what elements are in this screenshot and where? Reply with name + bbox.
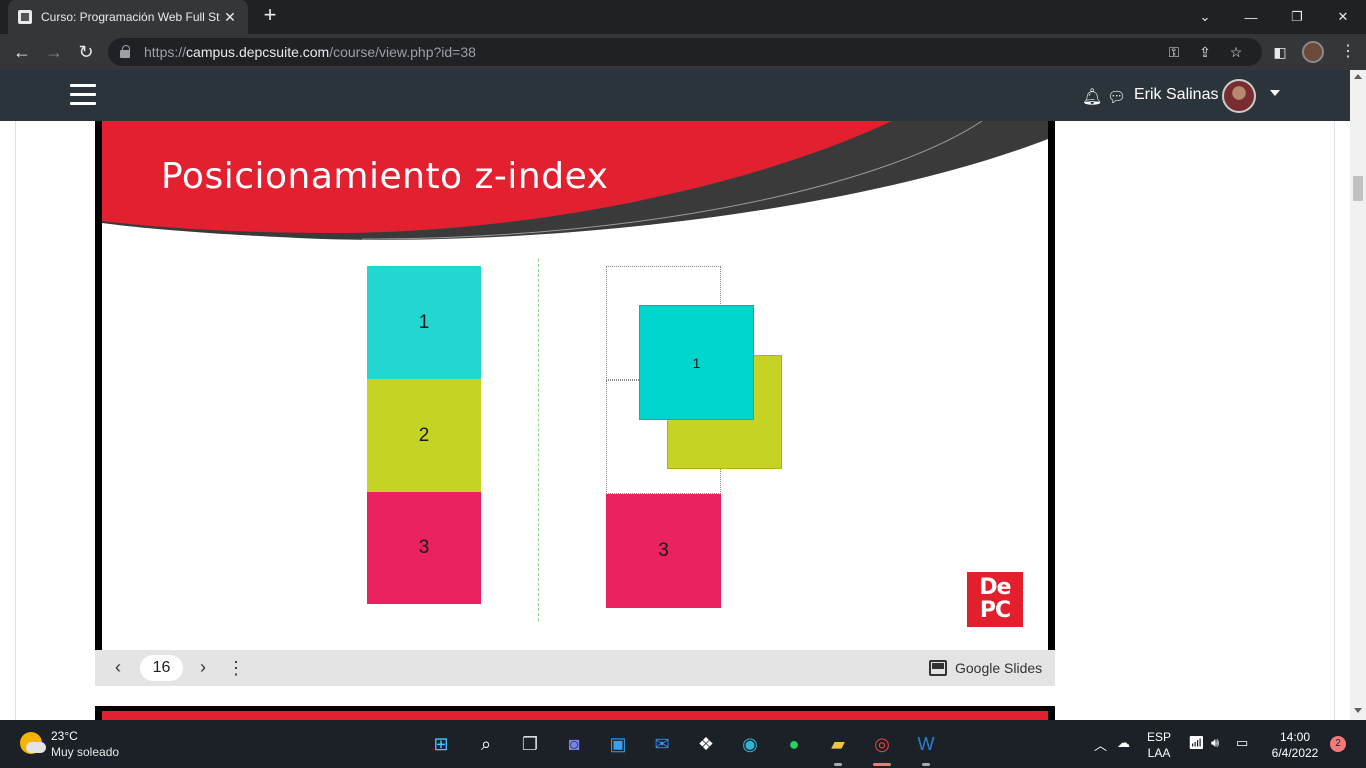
- browser-tab-active[interactable]: Curso: Programación Web Full St ✕: [8, 0, 248, 34]
- edge-browser-icon[interactable]: ◉: [734, 728, 766, 760]
- logo-line-2: PC: [979, 598, 1011, 623]
- language-code: ESP: [1146, 730, 1171, 744]
- weather-temperature[interactable]: 23°C: [51, 729, 78, 743]
- language-indicator[interactable]: ESP LAA: [1146, 730, 1172, 760]
- microsoft-store-icon[interactable]: ▣: [602, 728, 634, 760]
- running-indicator: [922, 763, 930, 766]
- left-box-3: 3: [367, 492, 481, 604]
- user-avatar[interactable]: [1222, 79, 1256, 113]
- mail-icon[interactable]: ✉: [646, 728, 678, 760]
- clock-date: 6/4/2022: [1271, 746, 1319, 760]
- notifications-bell-icon[interactable]: 🔔︎: [1082, 87, 1102, 107]
- clock-time: 14:00: [1279, 730, 1311, 744]
- content-divider: [1334, 121, 1335, 720]
- profile-avatar[interactable]: [1302, 41, 1324, 63]
- address-bar[interactable]: https://campus.depcsuite.com/course/view…: [108, 38, 1262, 66]
- slide-canvas[interactable]: Posicionamiento z-index 1 2 3 1 3 De PC: [102, 121, 1048, 651]
- course-page: Posicionamiento z-index 1 2 3 1 3 De PC …: [0, 121, 1350, 731]
- right-box-3: 3: [606, 494, 721, 608]
- wifi-icon[interactable]: 📶︎: [1188, 735, 1205, 751]
- minimize-button[interactable]: —: [1228, 0, 1274, 34]
- windows-taskbar: 23°C Muy soleado ⊞ ⌕ ❐ ◙ ▣ ✉ ❖ ◉ ● ▰ ◎ W…: [0, 720, 1366, 768]
- tab-title: Curso: Programación Web Full St: [41, 10, 220, 24]
- scrollbar-thumb[interactable]: [1353, 176, 1363, 201]
- side-panel-icon[interactable]: ◧: [1269, 41, 1291, 63]
- content-divider: [15, 121, 16, 720]
- active-app-indicator: [873, 763, 891, 766]
- google-slides-icon[interactable]: [929, 660, 947, 676]
- previous-slide-icon[interactable]: ‹: [108, 657, 128, 677]
- battery-icon[interactable]: ▭: [1236, 735, 1248, 751]
- new-tab-button[interactable]: +: [258, 4, 282, 28]
- site-navbar: 🔔︎ 💬︎ Erik Salinas: [0, 70, 1350, 121]
- divider-dashed-line: [538, 259, 539, 621]
- next-slide-icon[interactable]: ›: [193, 657, 213, 677]
- password-key-icon[interactable]: ⚿: [1165, 43, 1183, 61]
- browser-tab-strip: Curso: Programación Web Full St ✕ + ⌄ — …: [0, 0, 1366, 34]
- lock-icon[interactable]: [120, 45, 130, 58]
- left-box-1: 1: [367, 266, 481, 379]
- messages-chat-icon[interactable]: 💬︎: [1107, 88, 1126, 106]
- weather-sunny-icon[interactable]: [20, 732, 46, 754]
- word-icon[interactable]: W: [910, 728, 942, 760]
- bookmark-star-icon[interactable]: ☆: [1227, 43, 1245, 61]
- hamburger-menu-icon[interactable]: [70, 84, 96, 106]
- box-label: 3: [658, 540, 669, 561]
- tab-search-chevron-icon[interactable]: ⌄: [1182, 0, 1228, 34]
- scroll-up-arrow-icon[interactable]: [1354, 74, 1362, 79]
- browser-menu-icon[interactable]: ⋮: [1340, 41, 1356, 61]
- left-box-2: 2: [367, 379, 481, 492]
- running-indicator: [834, 763, 842, 766]
- forward-arrow-icon[interactable]: →: [43, 41, 65, 63]
- slide-page-number[interactable]: 16: [140, 655, 183, 681]
- reload-icon[interactable]: ↻: [75, 41, 97, 63]
- box-label: 1: [692, 354, 701, 371]
- search-icon[interactable]: ⌕: [470, 728, 502, 760]
- file-explorer-icon[interactable]: ▰: [822, 728, 854, 760]
- slide-title: Posicionamiento z-index: [161, 156, 609, 197]
- scroll-down-arrow-icon[interactable]: [1354, 708, 1362, 713]
- box-label: 3: [418, 537, 430, 558]
- keyboard-layout: LAA: [1147, 746, 1171, 760]
- slides-options-icon[interactable]: ⋮: [227, 657, 245, 679]
- show-hidden-icons-chevron-icon[interactable]: ︿: [1094, 735, 1107, 754]
- spotify-icon[interactable]: ●: [778, 728, 810, 760]
- dropbox-icon[interactable]: ❖: [690, 728, 722, 760]
- right-box-1-offset: 1: [639, 305, 754, 420]
- google-slides-link[interactable]: Google Slides: [955, 660, 1042, 676]
- volume-icon[interactable]: 🔊︎: [1211, 735, 1219, 751]
- box-label: 2: [418, 424, 430, 446]
- share-icon[interactable]: ⇪: [1196, 43, 1214, 61]
- user-menu-caret-icon[interactable]: [1270, 90, 1280, 96]
- box-label: 1: [418, 311, 430, 333]
- onedrive-cloud-icon[interactable]: ☁: [1117, 735, 1130, 751]
- tab-close-icon[interactable]: ✕: [222, 9, 238, 26]
- notification-count-badge[interactable]: 2: [1330, 736, 1346, 752]
- chrome-browser-icon[interactable]: ◎: [866, 728, 898, 760]
- weather-description[interactable]: Muy soleado: [51, 745, 119, 759]
- restore-button[interactable]: ❐: [1274, 0, 1320, 34]
- page-scrollbar[interactable]: [1350, 70, 1366, 720]
- moodle-favicon-icon: [18, 10, 32, 24]
- task-view-icon[interactable]: ❐: [514, 728, 546, 760]
- slides-toolbar: ‹ 16 › ⋮ Google Slides: [95, 650, 1055, 686]
- logo-line-1: De: [979, 575, 1011, 600]
- close-window-button[interactable]: ✕: [1320, 0, 1366, 34]
- windows-start-icon[interactable]: ⊞: [425, 728, 457, 760]
- teams-chat-icon[interactable]: ◙: [558, 728, 590, 760]
- browser-toolbar: ← → ↻ https://campus.depcsuite.com/cours…: [0, 34, 1366, 70]
- depc-logo: De PC: [967, 572, 1023, 627]
- url-text: https://campus.depcsuite.com/course/view…: [144, 44, 476, 60]
- user-name[interactable]: Erik Salinas: [1134, 86, 1218, 104]
- back-arrow-icon[interactable]: ←: [11, 41, 33, 63]
- clock[interactable]: 14:00 6/4/2022: [1268, 730, 1322, 760]
